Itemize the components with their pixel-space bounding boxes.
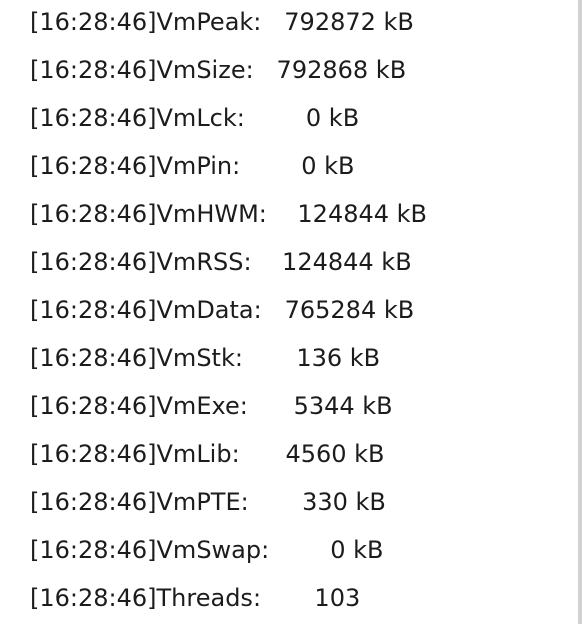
- log-line-text: [16:28:46]VmLck: 0 kB: [30, 104, 360, 132]
- log-line-text: [16:28:46]VmPTE: 330 kB: [30, 488, 386, 516]
- log-line-vmsize: [16:28:46]VmSize: 792868 kB: [30, 52, 406, 88]
- log-line-vmpte: [16:28:46]VmPTE: 330 kB: [30, 484, 386, 520]
- log-line-vmrss: [16:28:46]VmRSS: 124844 kB: [30, 244, 412, 280]
- log-line-text: [16:28:46]VmStk: 136 kB: [30, 344, 381, 372]
- log-line-text: [16:28:46]VmExe: 5344 kB: [30, 392, 393, 420]
- log-line-vmpeak: [16:28:46]VmPeak: 792872 kB: [30, 4, 414, 40]
- log-line-vmexe: [16:28:46]VmExe: 5344 kB: [30, 388, 393, 424]
- log-line-text: [16:28:46]VmPin: 0 kB: [30, 152, 355, 180]
- log-line-vmhwm: [16:28:46]VmHWM: 124844 kB: [30, 196, 427, 232]
- log-line-vmlib: [16:28:46]VmLib: 4560 kB: [30, 436, 385, 472]
- log-line-text: [16:28:46]VmSwap: 0 kB: [30, 536, 384, 564]
- log-line-vmdata: [16:28:46]VmData: 765284 kB: [30, 292, 414, 328]
- log-line-vmstk: [16:28:46]VmStk: 136 kB: [30, 340, 380, 376]
- log-line-text: [16:28:46]VmPeak: 792872 kB: [30, 8, 414, 36]
- scrollbar[interactable]: [578, 0, 582, 624]
- log-line-vmlck: [16:28:46]VmLck: 0 kB: [30, 100, 359, 136]
- log-line-vmswap: [16:28:46]VmSwap: 0 kB: [30, 532, 384, 568]
- log-line-text: [16:28:46]VmSize: 792868 kB: [30, 56, 407, 84]
- log-line-threads: [16:28:46]Threads: 103: [30, 580, 360, 616]
- log-line-text: [16:28:46]VmData: 765284 kB: [30, 296, 415, 324]
- log-line-text: [16:28:46]VmRSS: 124844 kB: [30, 248, 412, 276]
- log-line-vmpin: [16:28:46]VmPin: 0 kB: [30, 148, 355, 184]
- log-line-text: [16:28:46]VmLib: 4560 kB: [30, 440, 385, 468]
- log-line-text: [16:28:46]Threads: 103: [30, 584, 361, 612]
- log-line-text: [16:28:46]VmHWM: 124844 kB: [30, 200, 428, 228]
